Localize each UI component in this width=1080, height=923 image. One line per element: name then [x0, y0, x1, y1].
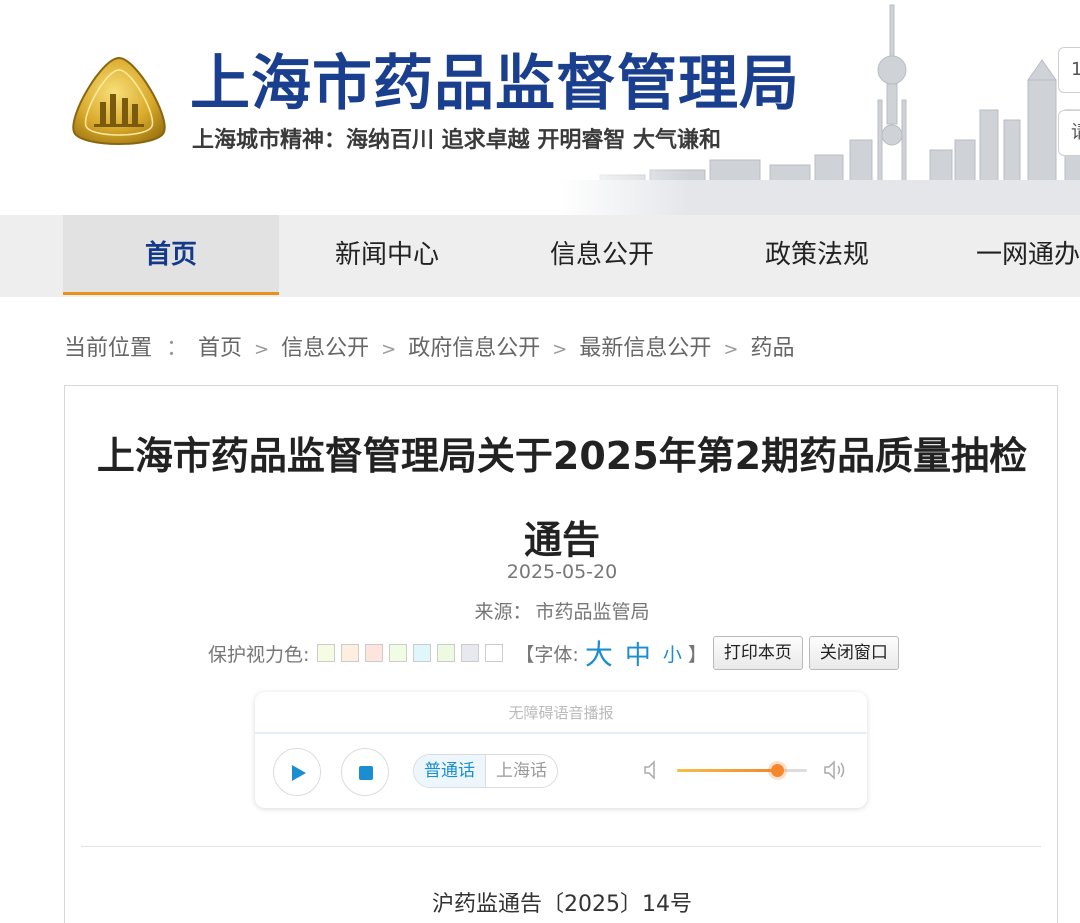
play-icon — [292, 765, 306, 781]
stop-button[interactable] — [341, 748, 389, 796]
volume-high-icon[interactable] — [821, 758, 849, 782]
breadcrumb-separator: > — [723, 339, 739, 360]
font-size-label: 【字体: — [515, 643, 579, 666]
source-label: 来源： — [474, 601, 532, 623]
content-divider — [81, 846, 1041, 847]
breadcrumb-separator: > — [381, 339, 397, 360]
breadcrumb-link-gov-info[interactable]: 政府信息公开 — [408, 330, 540, 362]
site-slogan: 上海城市精神：海纳百川 追求卓越 开明睿智 大气谦和 — [192, 128, 721, 153]
font-size-medium-button[interactable]: 中 — [625, 635, 651, 672]
eye-color-swatch[interactable] — [317, 644, 336, 662]
document-number: 沪药监通告〔2025〕14号 — [432, 892, 692, 917]
eye-color-swatch[interactable] — [341, 644, 360, 662]
breadcrumb-colon: ： — [166, 336, 189, 361]
header-search-input[interactable]: 请 — [1058, 110, 1080, 156]
eye-care-label: 保护视力色: — [208, 643, 310, 666]
breadcrumb: 当前位置 ： 首页 > 信息公开 > 政府信息公开 > 最新信息公开 > 药品 — [64, 330, 794, 362]
publish-date: 2025-05-20 — [506, 561, 618, 583]
audio-player: 无障碍语音播报 普通话 上海话 — [255, 692, 867, 808]
font-size-label-close: 】 — [687, 643, 707, 666]
breadcrumb-link-drugs[interactable]: 药品 — [750, 330, 794, 362]
breadcrumb-link-info[interactable]: 信息公开 — [281, 330, 369, 362]
article-source: 来源： 市药品监管局 — [65, 597, 1059, 624]
eye-color-swatch[interactable] — [365, 644, 384, 662]
nav-item-home[interactable]: 首页 — [63, 215, 279, 295]
print-button[interactable]: 打印本页 — [712, 636, 803, 670]
eye-color-swatch[interactable] — [437, 644, 456, 662]
breadcrumb-separator: > — [552, 339, 568, 360]
breadcrumb-link-latest[interactable]: 最新信息公开 — [579, 330, 711, 362]
breadcrumb-link-home[interactable]: 首页 — [198, 330, 242, 362]
article-title: 上海市药品监督管理局关于2025年第2期药品质量抽检通告 — [96, 434, 1028, 562]
eye-color-swatch[interactable] — [485, 644, 504, 662]
site-title: 上海市药品监督管理局 — [190, 49, 800, 119]
close-window-button[interactable]: 关闭窗口 — [808, 636, 899, 670]
volume-slider[interactable] — [677, 764, 807, 777]
main-nav: 首页 新闻中心 信息公开 政策法规 一网通办 — [0, 215, 1080, 297]
eye-color-swatch[interactable] — [389, 644, 408, 662]
stop-icon — [359, 766, 373, 780]
nav-item-policies[interactable]: 政策法规 — [709, 215, 925, 295]
nav-item-news[interactable]: 新闻中心 — [279, 215, 495, 295]
nav-item-online-services[interactable]: 一网通办 — [924, 215, 1080, 295]
dialect-switch: 普通话 上海话 — [413, 754, 558, 788]
header-right-button[interactable]: 1 — [1058, 47, 1080, 93]
volume-slider-fill — [677, 769, 778, 772]
source-value: 市药品监管局 — [535, 601, 650, 623]
volume-low-icon[interactable] — [641, 758, 665, 782]
nav-item-info-disclosure[interactable]: 信息公开 — [494, 215, 710, 295]
font-size-large-button[interactable]: 大 — [585, 633, 613, 673]
font-size-small-button[interactable]: 小 — [663, 640, 682, 667]
dialect-mandarin-option[interactable]: 普通话 — [414, 755, 486, 787]
audio-player-title: 无障碍语音播报 — [255, 692, 867, 734]
dialect-shanghainese-option[interactable]: 上海话 — [486, 755, 557, 787]
volume-slider-handle[interactable] — [771, 764, 785, 777]
shanghai-emblem-icon — [72, 56, 166, 145]
play-button[interactable] — [273, 748, 321, 796]
eye-color-swatch[interactable] — [413, 644, 432, 662]
breadcrumb-prefix: 当前位置 — [64, 336, 153, 361]
eye-color-swatch[interactable] — [461, 644, 480, 662]
breadcrumb-separator: > — [254, 339, 270, 360]
article-panel: 上海市药品监督管理局关于2025年第2期药品质量抽检通告 2025-05-20 … — [64, 385, 1058, 923]
article-tools: 保护视力色: 【字体: 大 中 小 】 打印本页 关闭窗口 — [208, 633, 899, 673]
site-header: 上海市药品监督管理局 上海城市精神：海纳百川 追求卓越 开明睿智 大气谦和 1 … — [0, 0, 1080, 215]
